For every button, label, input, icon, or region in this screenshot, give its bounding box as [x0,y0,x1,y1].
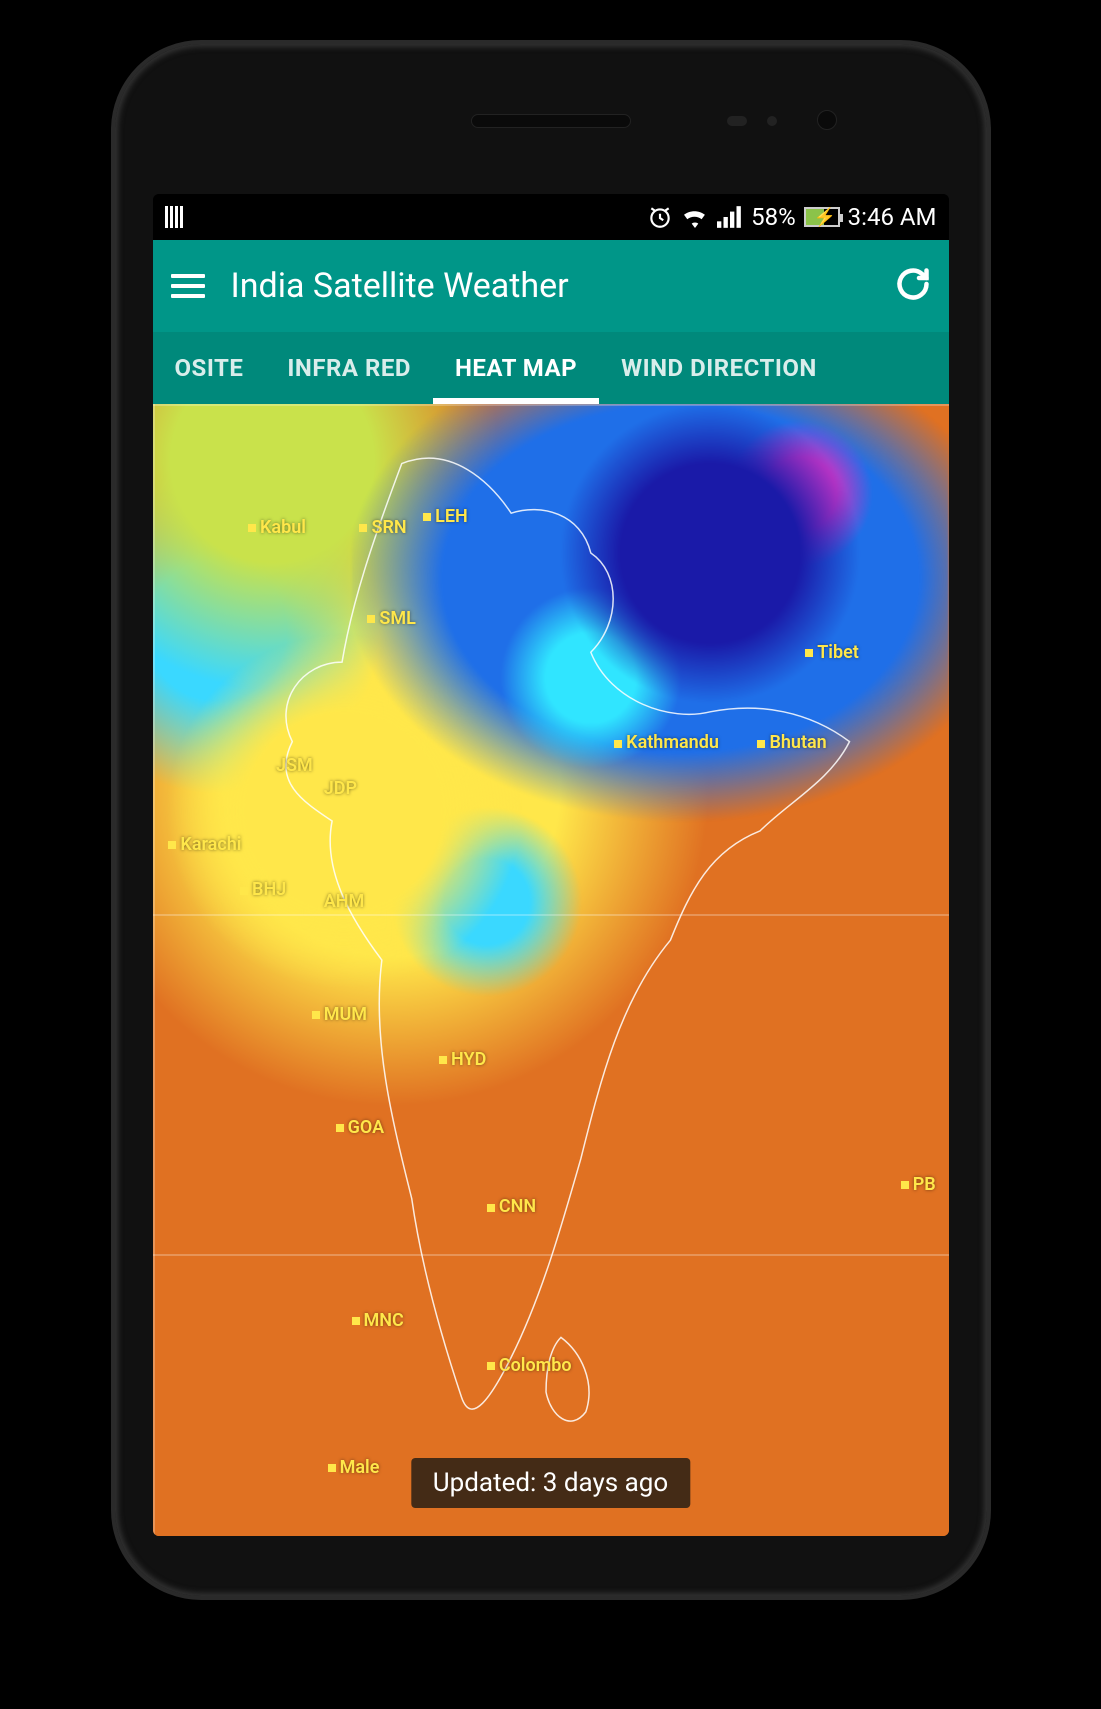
tab-infra-red[interactable]: INFRA RED [265,332,433,404]
city-label: MNC [352,1310,404,1331]
tab-bar: OSITE INFRA RED HEAT MAP WIND DIRECTION [153,332,949,404]
earpiece [471,114,631,128]
city-label: HYD [439,1049,486,1070]
sensor [767,116,777,126]
city-label: GOA [336,1117,385,1138]
city-label: AHM [312,891,365,912]
city-label: Karachi [168,834,241,855]
city-label: SML [367,608,415,629]
phone-frame: 58% ⚡ 3:46 AM India Satellite Weather OS… [111,40,991,1600]
city-label: CNN [487,1196,536,1217]
city-label: Bhutan [757,732,826,753]
city-label: JSM [264,755,313,776]
city-label: LEH [423,506,468,527]
battery-percent: 58% [751,203,796,231]
tab-wind-direction[interactable]: WIND DIRECTION [599,332,839,404]
menu-button[interactable] [171,274,205,298]
city-label: SRN [359,517,406,538]
alarm-icon [647,204,673,230]
update-toast: Updated: 3 days ago [411,1458,690,1508]
screen: 58% ⚡ 3:46 AM India Satellite Weather OS… [153,194,949,1536]
city-label: BHJ [240,879,286,900]
status-time: 3:46 AM [848,203,937,231]
wifi-icon [681,206,709,228]
front-camera [817,110,837,130]
tab-label: OSITE [175,354,244,382]
city-label: JDP [312,778,357,799]
battery-icon: ⚡ [804,207,840,227]
app-bar: India Satellite Weather [153,240,949,332]
city-label: Male [328,1457,380,1478]
status-bar: 58% ⚡ 3:46 AM [153,194,949,240]
sensor [727,116,747,126]
tab-heat-map[interactable]: HEAT MAP [433,332,599,404]
city-label: MUM [312,1004,367,1025]
city-label: Kabul [248,517,306,538]
tab-label: INFRA RED [287,354,411,382]
app-title: India Satellite Weather [231,266,869,306]
refresh-button[interactable] [895,266,931,306]
tab-composite[interactable]: OSITE [153,332,266,404]
tab-label: HEAT MAP [455,354,577,382]
city-label: Colombo [487,1355,572,1376]
city-label: PB [901,1174,936,1195]
notification-icon [165,206,185,228]
city-label: Kathmandu [614,732,719,753]
city-label: Tibet [805,642,859,663]
tab-label: WIND DIRECTION [621,354,817,382]
heat-map-view[interactable]: Kabul SRN LEH SML Tibet Kathmandu Bhutan JSMJDP… [153,404,949,1536]
signal-icon [717,206,743,228]
toast-text: Updated: 3 days ago [433,1468,668,1498]
